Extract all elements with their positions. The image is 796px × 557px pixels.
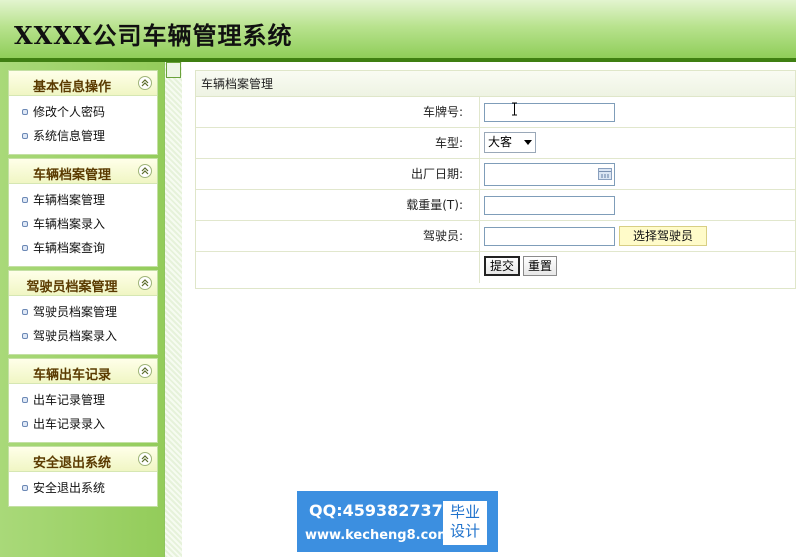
sidebar-group-title: 车辆出车记录 (32, 368, 111, 383)
main-content: 车辆档案管理 车牌号: 车型: 大客 出厂日期: 载重量(T): 驾驶员: 选择… (182, 62, 796, 557)
vehicle-type-value: 大客 (488, 135, 513, 149)
sidebar-splitter[interactable] (164, 62, 182, 557)
watermark-badge-line: 设计 (449, 522, 480, 540)
collapse-up-icon[interactable] (138, 164, 152, 178)
sidebar-group-header[interactable]: 驾驶员档案管理 (9, 271, 157, 296)
sidebar-item-vehicle-entry[interactable]: 车辆档案录入 (9, 212, 157, 236)
sidebar: 基本信息操作 修改个人密码 系统信息管理 车辆档案管理 车辆档案管理 车辆档案录… (0, 62, 164, 557)
sidebar-item-trip-entry[interactable]: 出车记录录入 (9, 412, 157, 436)
sidebar-group-header[interactable]: 安全退出系统 (9, 447, 157, 472)
sidebar-group-trip-records: 车辆出车记录 出车记录管理 出车记录录入 (8, 358, 158, 443)
app-title: XXXX公司车辆管理系统 (14, 21, 293, 50)
sidebar-group-logout: 安全退出系统 安全退出系统 (8, 446, 158, 507)
form-row-load: 载重量(T): (196, 190, 795, 221)
panel-title: 车辆档案管理 (196, 71, 795, 97)
sidebar-item-label: 出车记录管理 (33, 393, 106, 407)
date-label: 出厂日期: (196, 159, 480, 189)
calendar-icon[interactable] (598, 168, 612, 180)
bullet-icon (22, 197, 28, 203)
sidebar-item-label: 车辆档案录入 (33, 217, 106, 231)
sidebar-item-change-password[interactable]: 修改个人密码 (9, 100, 157, 124)
driver-label: 驾驶员: (196, 221, 480, 251)
sidebar-item-label: 修改个人密码 (33, 105, 106, 119)
sidebar-item-label: 出车记录录入 (33, 417, 106, 431)
collapse-up-icon[interactable] (138, 364, 152, 378)
sidebar-item-driver-manage[interactable]: 驾驶员档案管理 (9, 300, 157, 324)
bullet-icon (22, 485, 28, 491)
submit-button[interactable]: 提交 (484, 256, 521, 276)
sidebar-item-label: 驾驶员档案管理 (33, 305, 118, 319)
sidebar-item-system-info[interactable]: 系统信息管理 (9, 124, 157, 148)
sidebar-item-vehicle-manage[interactable]: 车辆档案管理 (9, 188, 157, 212)
watermark-qq: QQ:459382737 (309, 501, 443, 520)
select-driver-button[interactable]: 选择驾驶员 (619, 226, 707, 246)
plate-label: 车牌号: (196, 97, 480, 127)
load-label: 载重量(T): (196, 190, 480, 220)
sidebar-item-label: 车辆档案查询 (33, 241, 106, 255)
chevron-down-icon (524, 140, 532, 145)
sidebar-group-vehicle-files: 车辆档案管理 车辆档案管理 车辆档案录入 车辆档案查询 (8, 158, 158, 267)
sidebar-group-title: 基本信息操作 (32, 80, 111, 95)
sidebar-item-label: 安全退出系统 (33, 481, 106, 495)
load-weight-input[interactable] (484, 196, 615, 215)
bullet-icon (22, 397, 28, 403)
sidebar-group-driver-files: 驾驶员档案管理 驾驶员档案管理 驾驶员档案录入 (8, 270, 158, 355)
sidebar-item-label: 系统信息管理 (33, 129, 106, 143)
sidebar-item-logout[interactable]: 安全退出系统 (9, 476, 157, 500)
sidebar-group-title: 车辆档案管理 (32, 168, 111, 183)
watermark-site: www.kecheng8.com (305, 528, 451, 543)
splitter-toggle-handle[interactable] (166, 62, 181, 78)
sidebar-group-header[interactable]: 车辆出车记录 (9, 359, 157, 384)
bullet-icon (22, 333, 28, 339)
sidebar-group-header[interactable]: 基本信息操作 (9, 71, 157, 96)
bullet-icon (22, 421, 28, 427)
bullet-icon (22, 309, 28, 315)
factory-date-input[interactable] (484, 163, 615, 186)
vehicle-type-select[interactable]: 大客 (484, 132, 536, 153)
sidebar-item-label: 驾驶员档案录入 (33, 329, 118, 343)
bullet-icon (22, 245, 28, 251)
text-cursor-icon (512, 102, 517, 116)
form-row-type: 车型: 大客 (196, 128, 795, 159)
reset-button[interactable]: 重置 (523, 256, 558, 276)
form-row-plate: 车牌号: (196, 97, 795, 128)
sidebar-group-header[interactable]: 车辆档案管理 (9, 159, 157, 184)
bullet-icon (22, 109, 28, 115)
sidebar-group-title: 安全退出系统 (32, 456, 111, 471)
sidebar-item-label: 车辆档案管理 (33, 193, 106, 207)
collapse-up-icon[interactable] (138, 452, 152, 466)
sidebar-item-vehicle-query[interactable]: 车辆档案查询 (9, 236, 157, 260)
sidebar-item-trip-manage[interactable]: 出车记录管理 (9, 388, 157, 412)
form-row-driver: 驾驶员: 选择驾驶员 (196, 221, 795, 252)
sidebar-group-title: 驾驶员档案管理 (26, 280, 118, 295)
app-header: XXXX公司车辆管理系统 (0, 0, 796, 62)
watermark-badge: 毕业 设计 (443, 501, 487, 545)
bullet-icon (22, 133, 28, 139)
type-label: 车型: (196, 128, 480, 158)
bullet-icon (22, 221, 28, 227)
collapse-up-icon[interactable] (138, 276, 152, 290)
sidebar-group-basic-info: 基本信息操作 修改个人密码 系统信息管理 (8, 70, 158, 155)
plate-number-input[interactable] (484, 103, 615, 122)
form-row-date: 出厂日期: (196, 159, 795, 190)
collapse-up-icon[interactable] (138, 76, 152, 90)
driver-input[interactable] (484, 227, 615, 246)
sidebar-item-driver-entry[interactable]: 驾驶员档案录入 (9, 324, 157, 348)
watermark-badge-line: 毕业 (449, 503, 480, 521)
watermark-banner: QQ:459382737 www.kecheng8.com 毕业 设计 (297, 491, 498, 552)
form-row-actions: 提交 重置 (196, 252, 795, 283)
vehicle-form-panel: 车辆档案管理 车牌号: 车型: 大客 出厂日期: 载重量(T): 驾驶员: 选择… (195, 70, 796, 289)
